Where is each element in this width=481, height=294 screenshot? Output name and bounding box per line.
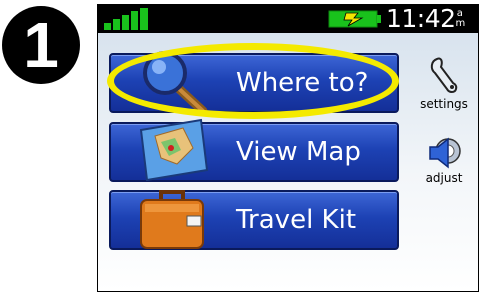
- clock-ampm: am: [455, 8, 466, 29]
- where-to-highlight-ellipse: [107, 43, 399, 119]
- gps-device-screen: 11:42a m Where to? View Map Travel Kit s…: [97, 4, 479, 292]
- status-bar: 11:42a m: [98, 5, 478, 33]
- view-map-button[interactable]: View Map: [109, 118, 399, 182]
- suitcase-icon: [140, 190, 204, 249]
- map-icon: [139, 118, 209, 182]
- wrench-icon: [430, 57, 458, 93]
- adjust-button[interactable]: adjust: [412, 135, 476, 185]
- clock-time: 11:42: [386, 4, 456, 33]
- adjust-label: adjust: [425, 171, 463, 185]
- battery-charging-icon: [328, 10, 381, 28]
- step-number-badge: 1: [2, 6, 80, 84]
- settings-button[interactable]: settings: [412, 55, 476, 111]
- view-map-label: View Map: [236, 137, 361, 167]
- settings-label: settings: [420, 97, 468, 111]
- travel-kit-button[interactable]: Travel Kit: [109, 190, 399, 250]
- travel-kit-label: Travel Kit: [236, 205, 357, 235]
- satellite-signal-icon[interactable]: [104, 8, 150, 30]
- speaker-volume-icon: [429, 137, 461, 169]
- main-menu-area: Where to? View Map Travel Kit settings a…: [98, 33, 478, 291]
- clock: 11:42a m: [386, 4, 466, 34]
